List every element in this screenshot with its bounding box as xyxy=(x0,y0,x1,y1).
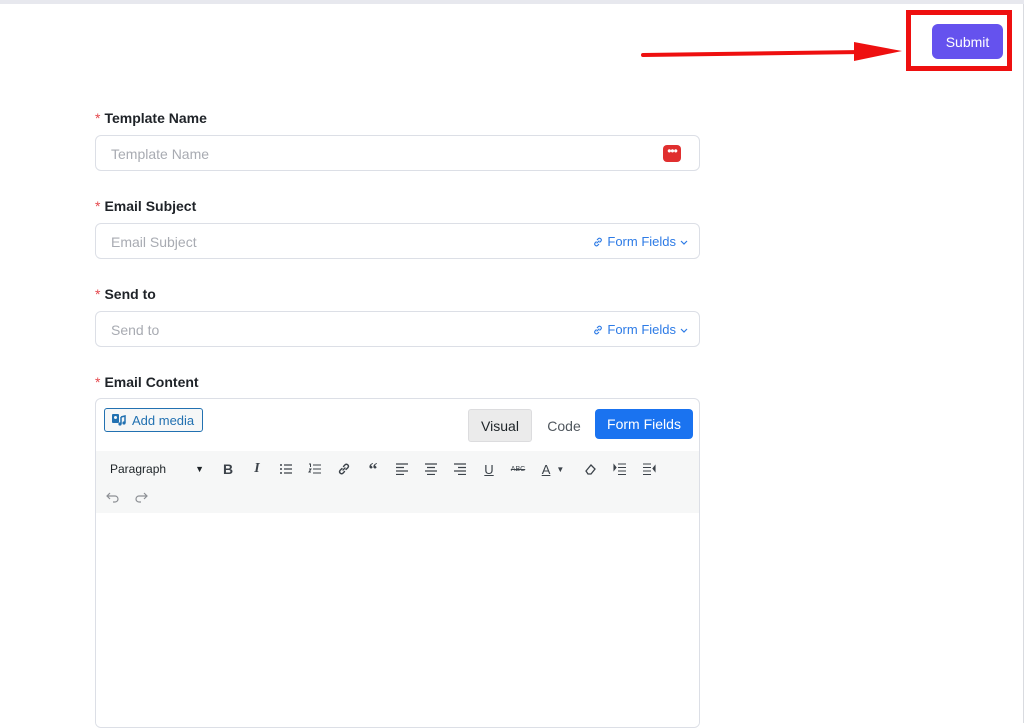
required-mark: * xyxy=(95,286,101,302)
editor-content-area[interactable] xyxy=(96,513,699,727)
editor-toolbar: Paragraph ▼ B I “ U ABC A ▼ xyxy=(96,451,699,513)
redo-icon[interactable] xyxy=(130,485,152,509)
align-center-icon[interactable] xyxy=(420,457,442,481)
link-icon xyxy=(594,325,603,334)
tab-form-fields[interactable]: Form Fields xyxy=(595,409,693,439)
template-name-label-text: Template Name xyxy=(104,110,207,126)
format-select-value: Paragraph xyxy=(110,462,167,476)
send-to-input[interactable] xyxy=(109,312,553,348)
required-mark: * xyxy=(95,374,101,390)
send-to-form-fields-dropdown[interactable]: Form Fields xyxy=(592,322,689,337)
tab-visual[interactable]: Visual xyxy=(468,409,532,442)
media-icon xyxy=(112,414,126,426)
required-mark: * xyxy=(95,110,101,126)
form-fields-label: Form Fields xyxy=(607,234,676,249)
strikethrough-icon[interactable]: ABC xyxy=(507,457,529,481)
blockquote-icon[interactable]: “ xyxy=(362,457,384,481)
form-fields-label: Form Fields xyxy=(607,322,676,337)
send-to-label: * Send to xyxy=(95,286,156,302)
email-subject-input[interactable] xyxy=(109,224,553,260)
caret-down-icon: ▼ xyxy=(195,464,204,474)
top-border xyxy=(0,0,1024,4)
email-subject-label-text: Email Subject xyxy=(104,198,197,214)
email-content-label-text: Email Content xyxy=(104,374,199,390)
outdent-icon[interactable] xyxy=(638,457,660,481)
send-to-field: Form Fields xyxy=(95,311,700,348)
annotation-arrow xyxy=(641,42,902,61)
email-content-editor: Add media Visual Code Form Fields Paragr… xyxy=(95,398,700,728)
chevron-down-icon xyxy=(680,328,688,333)
annotation-highlight-box xyxy=(906,10,1012,71)
italic-icon[interactable]: I xyxy=(246,457,268,481)
bullet-list-icon[interactable] xyxy=(275,457,297,481)
tab-code[interactable]: Code xyxy=(540,409,588,442)
clear-formatting-icon[interactable] xyxy=(580,457,602,481)
send-to-label-text: Send to xyxy=(104,286,156,302)
password-manager-icon[interactable]: ••• xyxy=(663,145,681,162)
format-select[interactable]: Paragraph ▼ xyxy=(102,458,208,480)
add-media-label: Add media xyxy=(132,412,195,428)
text-color-icon[interactable]: A ▼ xyxy=(536,457,570,481)
align-left-icon[interactable] xyxy=(391,457,413,481)
link-icon[interactable] xyxy=(333,457,355,481)
template-name-field: ••• xyxy=(95,135,700,172)
email-subject-label: * Email Subject xyxy=(95,198,196,214)
template-name-label: * Template Name xyxy=(95,110,207,126)
add-media-button[interactable]: Add media xyxy=(104,408,204,432)
email-subject-field: Form Fields xyxy=(95,223,700,260)
numbered-list-icon[interactable] xyxy=(304,457,326,481)
email-subject-form-fields-dropdown[interactable]: Form Fields xyxy=(592,234,689,249)
chevron-down-icon xyxy=(680,240,688,245)
bold-icon[interactable]: B xyxy=(217,457,239,481)
align-right-icon[interactable] xyxy=(449,457,471,481)
link-icon xyxy=(594,237,603,246)
email-content-label: * Email Content xyxy=(95,374,199,390)
underline-icon[interactable]: U xyxy=(478,457,500,481)
required-mark: * xyxy=(95,198,101,214)
indent-icon[interactable] xyxy=(609,457,631,481)
template-name-input[interactable] xyxy=(109,136,553,172)
undo-icon[interactable] xyxy=(102,485,124,509)
